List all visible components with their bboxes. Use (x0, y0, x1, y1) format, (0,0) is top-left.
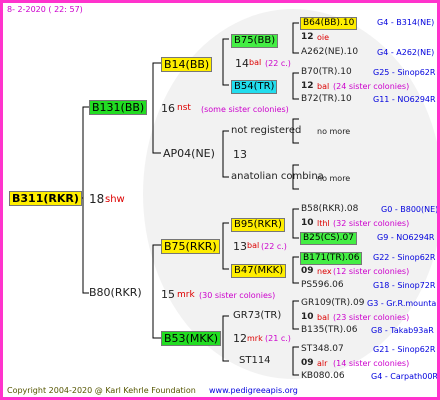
gen4-r9-colony[interactable]: B171(TR).06 (300, 252, 363, 265)
gen4-r7-number: 10 (301, 218, 314, 228)
gen4-r13-number: 09 (301, 358, 314, 368)
gen2-b-number: 13 (233, 148, 247, 161)
gen4-r11-number: 10 (301, 312, 314, 322)
gen2-a-tag: bal (249, 58, 262, 67)
gen4-r11-colony[interactable]: GR109(TR).09 (301, 299, 365, 308)
root-colony[interactable]: B311(RKR) (9, 191, 82, 206)
gen1-bottom-colony[interactable]: B80(RKR) (89, 287, 142, 298)
gen3-d-colony: anatolian combina (231, 171, 324, 182)
gen1-top-tag: nst (177, 103, 191, 113)
gen4-r9-ref: G22 - Sinop62R (373, 253, 436, 262)
gen2-c-colony[interactable]: B75(RKR) (161, 239, 220, 254)
root-number: 18 (89, 192, 105, 206)
gen4-r7-ref: G0 - B800(NE) (381, 205, 439, 214)
gen2-d-tag: mrk (247, 334, 263, 343)
gen4-r11-ref: G3 - Gr.R.mounta (367, 299, 437, 308)
gen3-b-colony[interactable]: B54(TR) (231, 80, 278, 94)
gen2-a-number: 14 (235, 57, 249, 70)
gen2-d-note: (21 c.) (265, 334, 291, 343)
gen4-r7-colony[interactable]: B58(RKR).08 (301, 205, 358, 214)
gen4-r9-number: 09 (301, 266, 314, 276)
pedigree-frame: 8- 2-2020 ( 22: 57) B311(RKR) 18 shw B13… (0, 0, 440, 400)
gen3-a-colony[interactable]: B75(BB) (231, 34, 279, 48)
footer-copyright: Copyright 2004-2020 @ Karl Kehrle Founda… (7, 386, 196, 395)
gen4-r9-note: (12 sister colonies) (333, 267, 410, 276)
gen1-top-colony[interactable]: B131(BB) (89, 100, 148, 115)
gen2-a-note: (22 c.) (265, 59, 291, 68)
gen1-bottom-tag: mrk (177, 290, 195, 300)
gen4-r10-colony[interactable]: PS596.06 (301, 281, 344, 290)
gen2-d-colony[interactable]: B53(MKK) (161, 331, 222, 346)
gen2-c-number: 13 (233, 240, 247, 253)
gen4-r7-tag: lthl (317, 219, 330, 228)
gen4-r4-colony[interactable]: B72(TR).10 (301, 95, 352, 104)
gen4-r1-colony[interactable]: B64(BB).10 (300, 17, 358, 30)
gen3-c-colony: not registered (231, 125, 302, 136)
gen4-r3-colony[interactable]: B70(TR).10 (301, 68, 352, 77)
header-date: 8- 2-2020 ( 22: 57) (7, 5, 83, 14)
gen2-c-tag: bal (247, 241, 260, 250)
footer-website-link[interactable]: www.pedigreeapis.org (209, 387, 298, 395)
gen4-r2-colony[interactable]: A262(NE).10 (301, 48, 358, 57)
gen4-r10-ref: G18 - Sinop72R (373, 281, 436, 290)
gen2-d-number: 12 (233, 332, 247, 345)
gen2-c-note: (22 c.) (261, 242, 287, 251)
gen1-top-note: (some sister colonies) (201, 105, 289, 114)
gen1-bottom-note: (30 sister colonies) (199, 291, 276, 300)
gen4-r12-ref: G8 - Takab93aR (371, 326, 434, 335)
gen4-r9-tag: nex (317, 267, 332, 276)
gen4-r7-note: (32 sister colonies) (333, 219, 410, 228)
gen4-no-more-1: no more (317, 127, 351, 136)
gen4-r3-ref: G25 - Sinop62R (373, 68, 436, 77)
gen4-r13-ref: G21 - Sinop62R (373, 345, 436, 354)
gen4-no-more-2: no more (317, 174, 351, 183)
root-tag: shw (105, 194, 125, 205)
gen1-bottom-number: 15 (161, 288, 175, 301)
gen4-r11-tag: bal (317, 313, 330, 322)
gen4-r3-note: (24 sister colonies) (333, 82, 410, 91)
gen4-r3-tag: bal (317, 82, 330, 91)
gen3-g-colony[interactable]: GR73(TR) (233, 311, 281, 321)
gen2-a-colony[interactable]: B14(BB) (161, 57, 213, 72)
gen4-r1-number: 12 (301, 32, 314, 42)
gen4-r14-ref: G4 - Carpath00R (371, 372, 438, 381)
gen4-r8-ref: G9 - NO6294R (377, 233, 435, 242)
gen4-r1-ref: G4 - B314(NE) (377, 18, 435, 27)
gen4-r3-number: 12 (301, 81, 314, 91)
gen3-f-colony[interactable]: B47(MKK) (231, 264, 287, 278)
gen4-r4-ref: G11 - NO6294R (373, 95, 436, 104)
gen4-r2-ref: G4 - A262(NE) (377, 48, 435, 57)
gen4-r13-note: (14 sister colonies) (333, 359, 410, 368)
gen3-e-colony[interactable]: B95(RKR) (231, 218, 285, 232)
gen4-r12-colony[interactable]: B135(TR).06 (301, 326, 357, 335)
gen4-r14-colony[interactable]: KB080.06 (301, 372, 345, 381)
gen4-r13-colony[interactable]: ST348.07 (301, 345, 344, 354)
gen2-b-colony[interactable]: AP04(NE) (163, 148, 215, 159)
gen4-r13-tag: alr (317, 359, 328, 368)
gen4-r11-note: (23 sister colonies) (333, 313, 410, 322)
gen1-top-number: 16 (161, 102, 175, 115)
gen4-r1-tag: oie (317, 33, 330, 42)
gen4-r8-colony[interactable]: B25(CS).07 (300, 232, 357, 245)
gen3-h-colony[interactable]: ST114 (239, 356, 271, 366)
